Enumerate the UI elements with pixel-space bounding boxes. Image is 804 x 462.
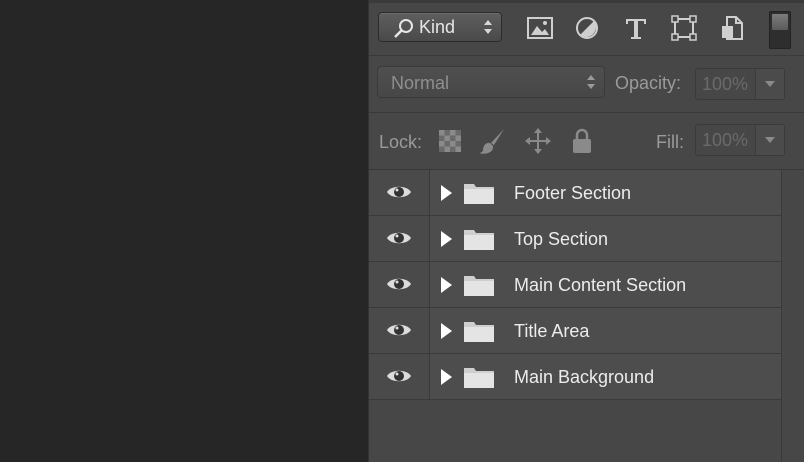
layer-row[interactable]: Title Area xyxy=(369,308,781,354)
expand-triangle-icon[interactable] xyxy=(441,277,452,293)
updown-arrows-icon xyxy=(587,75,595,89)
opacity-field[interactable]: 100% xyxy=(695,68,785,100)
chevron-down-icon[interactable] xyxy=(755,69,784,99)
lock-transparent-pixels-icon[interactable] xyxy=(435,126,465,156)
filter-toggle-switch[interactable] xyxy=(769,11,791,49)
layers-list: Footer Section Top Section Main Content … xyxy=(369,170,781,400)
expand-triangle-icon[interactable] xyxy=(441,231,452,247)
layer-name: Footer Section xyxy=(514,183,632,203)
blend-mode-value: Normal xyxy=(391,73,450,93)
expand-triangle-icon[interactable] xyxy=(441,323,452,339)
layer-row[interactable]: Main Content Section xyxy=(369,262,781,308)
image-icon[interactable] xyxy=(525,13,555,43)
layer-filter-bar: Kind xyxy=(369,3,804,56)
fill-value: 100% xyxy=(702,130,749,150)
lock-label: Lock: xyxy=(379,132,423,152)
filter-kind-select[interactable]: Kind xyxy=(378,12,502,42)
folder-icon xyxy=(464,276,494,296)
chevron-down-icon[interactable] xyxy=(755,125,784,155)
opacity-value: 100% xyxy=(702,74,749,94)
visibility-toggle[interactable] xyxy=(369,216,430,261)
search-icon xyxy=(394,19,413,38)
adjustment-icon[interactable] xyxy=(572,13,602,43)
eye-icon xyxy=(387,232,411,244)
type-icon[interactable] xyxy=(621,13,651,43)
folder-icon xyxy=(464,368,494,388)
shape-icon[interactable] xyxy=(669,13,699,43)
smart-object-icon[interactable] xyxy=(717,13,747,43)
fill-field[interactable]: 100% xyxy=(695,124,785,156)
folder-icon xyxy=(464,230,494,250)
layers-panel: Kind Normal Opacity: 100% Lock: Fill: 10… xyxy=(368,0,804,462)
layer-row[interactable]: Top Section xyxy=(369,216,781,262)
fill-label: Fill: xyxy=(656,132,684,152)
visibility-toggle[interactable] xyxy=(369,170,430,215)
opacity-label: Opacity: xyxy=(615,73,682,93)
layer-name: Main Background xyxy=(514,367,655,387)
updown-arrows-icon xyxy=(484,20,492,34)
layer-name: Top Section xyxy=(514,229,609,249)
visibility-toggle[interactable] xyxy=(369,262,430,307)
eye-icon xyxy=(387,186,411,198)
folder-icon xyxy=(464,184,494,204)
lock-image-pixels-icon[interactable] xyxy=(477,126,507,156)
toggle-knob xyxy=(772,14,788,30)
expand-triangle-icon[interactable] xyxy=(441,185,452,201)
filter-kind-label: Kind xyxy=(419,17,456,37)
visibility-toggle[interactable] xyxy=(369,308,430,353)
layer-name: Main Content Section xyxy=(514,275,687,295)
layer-name: Title Area xyxy=(514,321,590,341)
blend-mode-select[interactable]: Normal xyxy=(377,66,605,98)
canvas-area xyxy=(0,0,368,462)
eye-icon xyxy=(387,278,411,290)
folder-icon xyxy=(464,322,494,342)
eye-icon xyxy=(387,324,411,336)
blend-row: Normal Opacity: 100% xyxy=(369,56,804,113)
visibility-toggle[interactable] xyxy=(369,354,430,399)
lock-row: Lock: Fill: 100% xyxy=(369,113,804,170)
eye-icon xyxy=(387,370,411,382)
lock-all-icon[interactable] xyxy=(567,126,597,156)
lock-position-icon[interactable] xyxy=(523,126,553,156)
expand-triangle-icon[interactable] xyxy=(441,369,452,385)
layer-row[interactable]: Main Background xyxy=(369,354,781,400)
panel-scroll-gutter xyxy=(781,170,804,462)
layer-row[interactable]: Footer Section xyxy=(369,170,781,216)
